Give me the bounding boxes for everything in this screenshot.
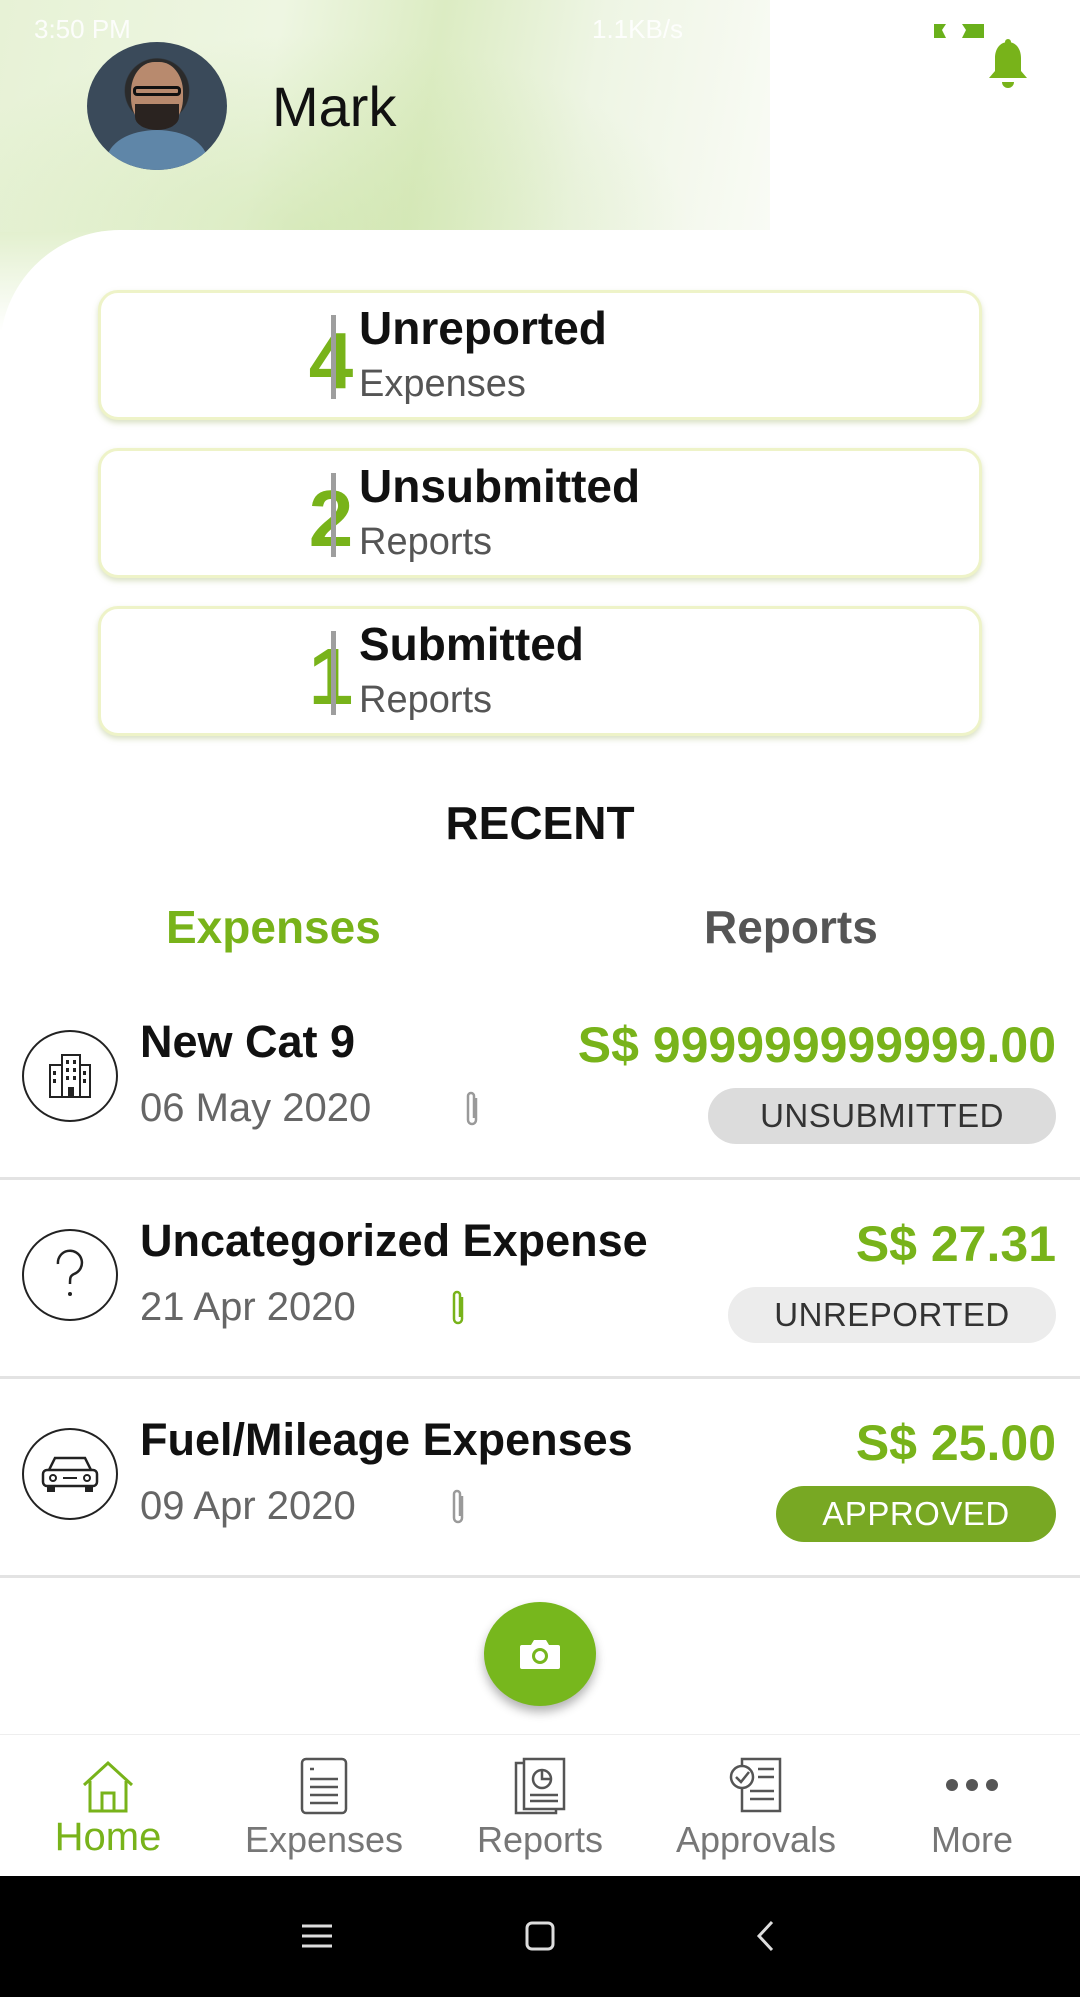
nav-label: Expenses (244, 1819, 404, 1860)
building-icon (22, 1030, 118, 1122)
status-badge: UNSUBMITTED (708, 1088, 1056, 1144)
system-navigation-bar (0, 1876, 1080, 1997)
nav-label: More (930, 1819, 1014, 1860)
status-badge: UNREPORTED (728, 1287, 1056, 1343)
expense-row[interactable]: New Cat 9 06 May 2020 S$ 999999999999.00… (0, 982, 1080, 1180)
nav-reports[interactable]: Reports (432, 1735, 648, 1877)
expense-row[interactable]: Uncategorized Expense 21 Apr 2020 S$ 27.… (0, 1181, 1080, 1379)
expense-date: 06 May 2020 (140, 1086, 372, 1130)
expense-date: 21 Apr 2020 (140, 1285, 356, 1329)
summary-card-submitted-reports[interactable]: 1 Submitted Reports (98, 606, 982, 736)
nav-approvals[interactable]: Approvals (648, 1735, 864, 1877)
divider (331, 473, 336, 557)
expense-name: Uncategorized Expense (140, 1215, 648, 1266)
summary-title: Submitted (359, 618, 584, 670)
expense-amount: S$ 27.31 (855, 1216, 1056, 1272)
expenses-icon (300, 1757, 348, 1815)
expense-date: 09 Apr 2020 (140, 1484, 356, 1528)
divider (331, 315, 336, 399)
battery-icon (934, 24, 984, 38)
summary-subtitle: Expenses (359, 363, 526, 405)
nav-home[interactable]: Home (0, 1735, 216, 1877)
more-icon (946, 1779, 998, 1791)
paperclip-icon (452, 1489, 464, 1524)
expense-row[interactable]: Fuel/Mileage Expenses 09 Apr 2020 S$ 25.… (0, 1380, 1080, 1578)
paperclip-icon (452, 1290, 464, 1325)
status-badge: APPROVED (776, 1486, 1056, 1542)
approvals-icon (729, 1757, 782, 1813)
home-icon (82, 1760, 134, 1813)
menu-icon[interactable] (300, 1922, 334, 1950)
tab-expenses[interactable]: Expenses (166, 900, 381, 954)
back-icon[interactable] (754, 1918, 776, 1954)
expense-amount: S$ 999999999999.00 (577, 1017, 1056, 1073)
user-name: Mark (272, 75, 397, 138)
nav-expenses[interactable]: Expenses (216, 1735, 432, 1877)
expense-name: Fuel/Mileage Expenses (140, 1414, 633, 1465)
nav-more[interactable]: More (864, 1735, 1080, 1877)
summary-subtitle: Reports (359, 679, 493, 721)
nav-label: Reports (476, 1819, 604, 1860)
summary-card-unsubmitted-reports[interactable]: 2 Unsubmitted Reports (98, 448, 982, 578)
avatar[interactable] (87, 42, 227, 170)
divider (331, 631, 336, 715)
bell-icon[interactable] (986, 38, 1030, 92)
expense-amount: S$ 25.00 (855, 1415, 1056, 1471)
bottom-navigation: Home Expenses Reports Approvals More (0, 1734, 1080, 1876)
home-square-icon[interactable] (524, 1920, 556, 1952)
status-time: 3:50 PM (34, 14, 131, 44)
paperclip-icon (466, 1091, 478, 1126)
summary-subtitle: Reports (359, 521, 493, 563)
nav-label: Home (54, 1815, 162, 1859)
recent-heading: RECENT (445, 797, 635, 849)
summary-card-unreported-expenses[interactable]: 4 Unreported Expenses (98, 290, 982, 420)
nav-label: Approvals (675, 1819, 837, 1860)
camera-icon (520, 1640, 560, 1669)
car-icon (22, 1428, 118, 1520)
summary-title: Unreported (359, 302, 607, 354)
status-network-speed: 1.1KB/s (592, 14, 684, 44)
question-icon (22, 1229, 118, 1321)
reports-icon (514, 1757, 566, 1815)
camera-button[interactable] (484, 1602, 596, 1706)
summary-title: Unsubmitted (359, 460, 641, 512)
tab-reports[interactable]: Reports (704, 900, 878, 954)
expense-name: New Cat 9 (140, 1016, 356, 1067)
